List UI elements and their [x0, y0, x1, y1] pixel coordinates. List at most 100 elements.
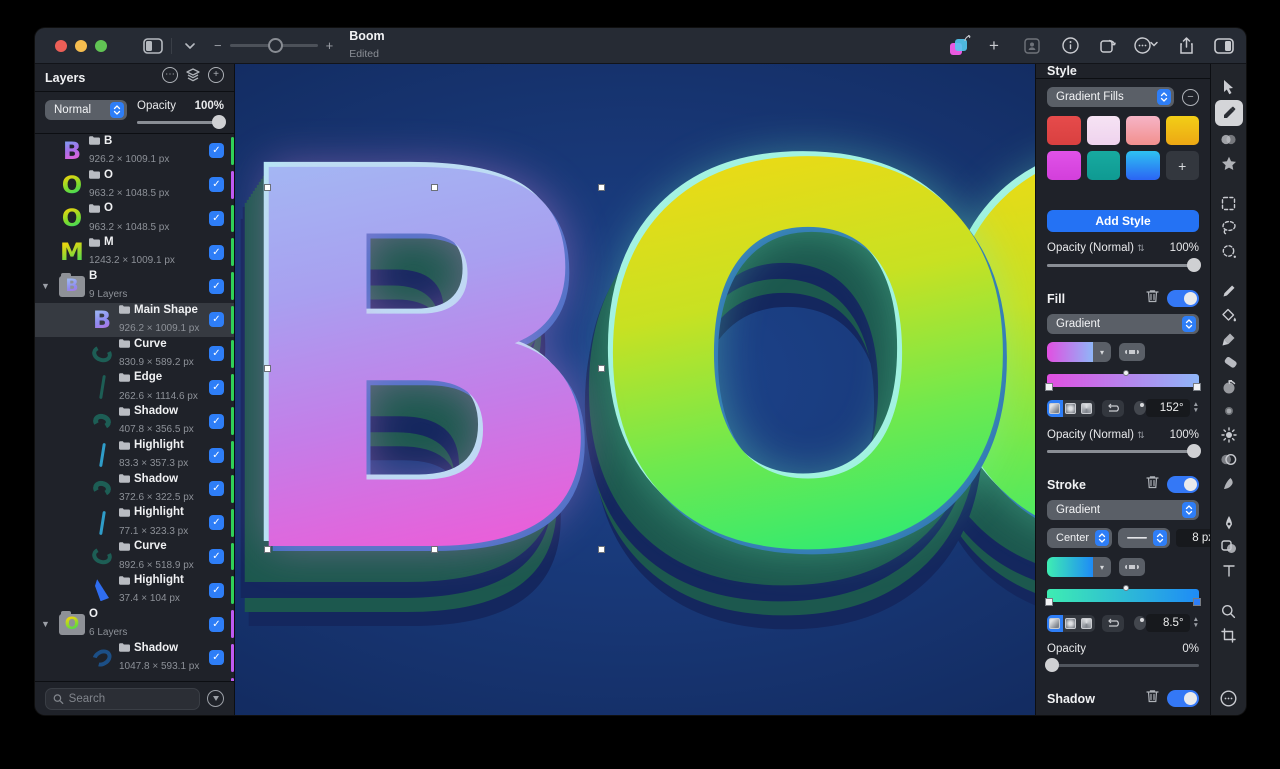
fill-opacity-slider[interactable] [1047, 444, 1201, 458]
more-options-button[interactable] [1134, 34, 1160, 58]
style-preset-swatch[interactable] [1126, 151, 1160, 180]
gradient-linear-button[interactable] [1047, 614, 1063, 632]
layer-row[interactable]: Curve 830.9 × 589.2 px ✓ [35, 337, 234, 371]
style-preset-swatch[interactable] [1047, 151, 1081, 180]
chevron-down-icon[interactable]: ▼ [41, 281, 55, 291]
layer-row[interactable]: B B 926.2 × 1009.1 px ✓ [35, 134, 234, 168]
star-tool[interactable] [1215, 152, 1243, 174]
stroke-toggle[interactable] [1167, 476, 1199, 493]
sidebar-mode-dropdown[interactable] [178, 34, 202, 58]
stroke-style-dropdown[interactable] [1118, 528, 1171, 548]
avatar-button[interactable] [1020, 34, 1044, 58]
stroke-angle-field[interactable]: 8.5° ▲ ▼ [1145, 614, 1199, 632]
selection-handle[interactable] [430, 183, 438, 191]
crop-tool[interactable] [1215, 624, 1243, 646]
slider-knob[interactable] [1187, 444, 1201, 458]
layer-row[interactable]: O O 963.2 × 1048.5 px ✓ [35, 168, 234, 202]
layer-row[interactable]: M M 1243.2 × 1009.1 px ✓ [35, 235, 234, 269]
blend-mode-dropdown[interactable]: Normal [45, 100, 127, 120]
zoom-slider-knob[interactable] [268, 38, 284, 53]
layer-row[interactable]: Main Shape✓ [35, 675, 234, 681]
fill-gradient-bar[interactable] [1045, 370, 1201, 391]
layer-visibility-checkbox[interactable]: ✓ [209, 244, 224, 260]
stroke-gradient-swatch[interactable]: ▾ [1047, 557, 1111, 577]
layer-visibility-checkbox[interactable]: ✓ [209, 346, 224, 362]
layer-row[interactable]: Highlight 37.4 × 104 px ✓ [35, 573, 234, 607]
add-style-button[interactable]: Add Style [1047, 210, 1199, 232]
stroke-position-dropdown[interactable]: Center [1047, 528, 1113, 548]
select-tool[interactable] [1215, 76, 1243, 98]
layer-visibility-checkbox[interactable]: ✓ [209, 582, 224, 598]
gradient-radial-button[interactable] [1063, 615, 1079, 632]
gradient-midpoint[interactable] [1123, 370, 1129, 376]
layer-visibility-checkbox[interactable]: ✓ [209, 515, 224, 531]
close-button[interactable] [55, 39, 67, 52]
layer-row[interactable]: Highlight 83.3 × 357.3 px ✓ [35, 438, 234, 472]
zoom-slider[interactable] [229, 38, 318, 53]
selection-handle[interactable] [263, 183, 271, 191]
gradient-reverse-button[interactable] [1101, 614, 1124, 632]
gradient-stop-start[interactable] [1045, 598, 1053, 606]
layer-visibility-checkbox[interactable]: ✓ [209, 413, 224, 429]
gradient-reverse-button[interactable] [1101, 399, 1124, 417]
layer-visibility-checkbox[interactable]: ✓ [209, 447, 224, 463]
layer-visibility-checkbox[interactable]: ✓ [209, 481, 224, 497]
lasso-tool[interactable] [1215, 216, 1243, 238]
fill-type-dropdown[interactable]: Gradient [1047, 314, 1199, 334]
selection-handle[interactable] [597, 545, 605, 553]
layer-visibility-checkbox[interactable]: ✓ [209, 616, 224, 632]
layer-row[interactable]: Shadow 407.8 × 356.5 px ✓ [35, 404, 234, 438]
chevron-down-icon[interactable]: ▼ [41, 619, 55, 629]
stroke-gradient-bar[interactable] [1045, 585, 1201, 606]
layer-visibility-checkbox[interactable]: ✓ [209, 210, 224, 226]
style-opacity-slider[interactable] [1047, 258, 1201, 272]
style-preset-swatch[interactable] [1165, 116, 1199, 145]
zoom-in-icon[interactable]: + [326, 38, 334, 53]
fill-gradient-swatch[interactable]: ▾ [1047, 342, 1111, 362]
pencil-tool[interactable] [1215, 280, 1243, 302]
add-layer-button[interactable]: + [208, 67, 224, 83]
layer-visibility-checkbox[interactable]: ✓ [209, 177, 224, 193]
add-preset-button[interactable]: + [1165, 151, 1199, 180]
layer-search[interactable] [45, 687, 200, 710]
shadow-delete-button[interactable] [1146, 689, 1159, 708]
selection-brush-tool[interactable] [1215, 240, 1243, 262]
selection-handle[interactable] [597, 364, 605, 372]
blur-tool[interactable] [1215, 400, 1243, 422]
style-preset-dropdown[interactable]: Gradient Fills [1047, 87, 1174, 107]
search-input[interactable] [68, 692, 192, 705]
layer-row[interactable]: Edge 262.6 × 1114.6 px ✓ [35, 371, 234, 405]
marquee-tool[interactable] [1215, 192, 1243, 214]
selection-handle[interactable] [263, 545, 271, 553]
slider-knob[interactable] [1187, 258, 1201, 272]
export-button[interactable] [1096, 34, 1120, 58]
stroke-type-dropdown[interactable]: Gradient [1047, 500, 1199, 520]
selection-handle[interactable] [263, 364, 271, 372]
fill-toggle[interactable] [1167, 290, 1199, 307]
stroke-width-value[interactable]: 8 px [1176, 529, 1210, 547]
gradient-linear-button[interactable] [1047, 399, 1063, 417]
gradient-color-ball[interactable] [1133, 401, 1146, 415]
share-button[interactable] [1174, 34, 1198, 58]
gradient-color-ball[interactable] [1133, 616, 1146, 630]
fill-angle-field[interactable]: 152° ▲ ▼ [1145, 399, 1199, 417]
right-panel-toggle-button[interactable] [1212, 34, 1236, 58]
layer-visibility-checkbox[interactable]: ✓ [209, 278, 224, 294]
eraser-tool[interactable] [1215, 352, 1243, 374]
rotate-copies-tool[interactable] [1215, 376, 1243, 398]
blend-tool[interactable] [1215, 128, 1243, 150]
gradient-angular-button[interactable] [1079, 615, 1095, 632]
brush-tool[interactable] [1215, 328, 1243, 350]
fill-delete-button[interactable] [1146, 289, 1159, 308]
layer-visibility-checkbox[interactable]: ✓ [209, 650, 224, 666]
slider-knob[interactable] [212, 115, 226, 129]
layers-more-button[interactable]: ⋯ [162, 67, 178, 83]
minimize-button[interactable] [75, 39, 87, 52]
stepper-chevrons[interactable]: ▲ ▼ [1193, 401, 1199, 414]
clone-tool[interactable] [1215, 448, 1243, 470]
layer-row[interactable]: B Main Shape 926.2 × 1009.1 px ✓ [35, 302, 234, 337]
layer-row[interactable]: Curve 892.6 × 518.9 px ✓ [35, 540, 234, 574]
layer-group-row[interactable]: ▼ B B 9 Layers ✓ [35, 269, 234, 303]
text-tool[interactable] [1215, 560, 1243, 582]
pen-tool[interactable] [1215, 512, 1243, 534]
